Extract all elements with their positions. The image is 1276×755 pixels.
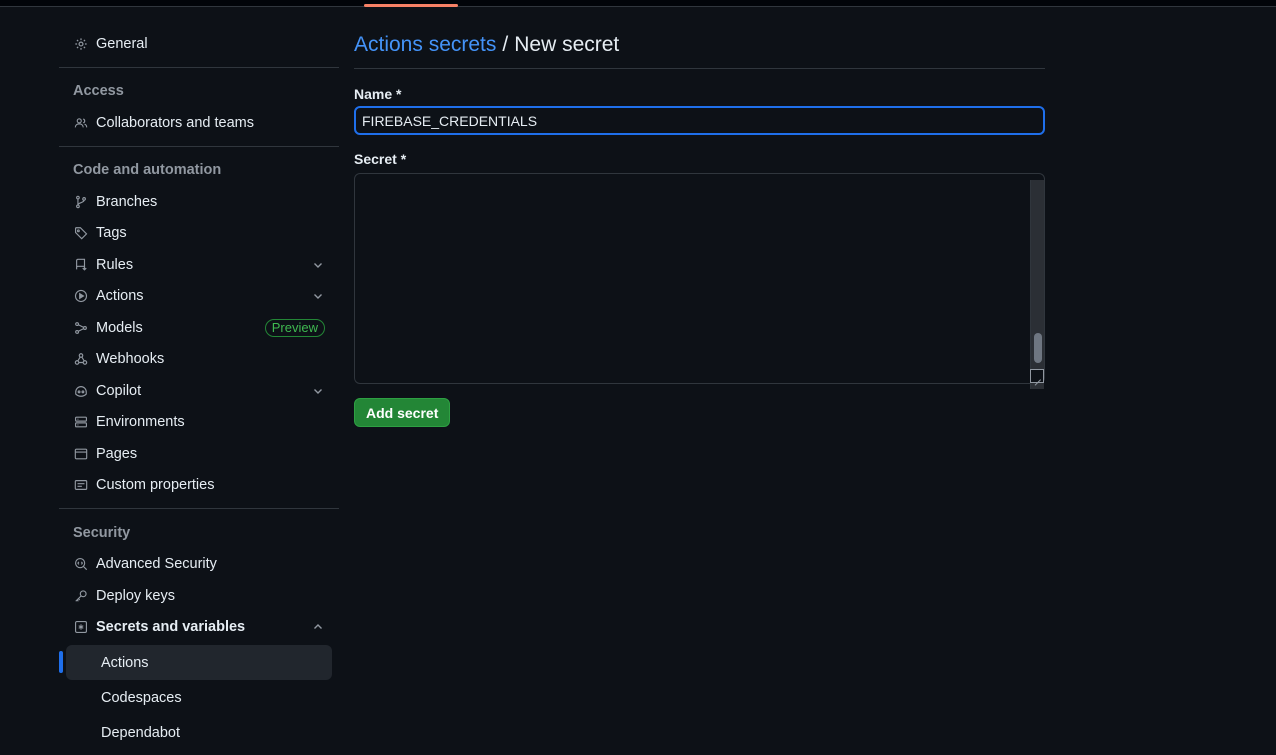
codescan-icon — [73, 556, 89, 572]
copilot-icon — [73, 383, 89, 399]
key-icon — [73, 588, 89, 604]
top-nav-border — [0, 0, 1276, 7]
page-title: Actions secrets / New secret — [354, 28, 1045, 69]
people-icon — [73, 115, 89, 131]
sidebar-item-deploy-keys[interactable]: Deploy keys — [59, 580, 339, 612]
sidebar-item-pages[interactable]: Pages — [59, 438, 339, 470]
preview-badge: Preview — [264, 318, 325, 337]
sidebar-item-label: Advanced Security — [96, 556, 217, 573]
play-circle-icon — [73, 288, 89, 304]
sidebar-item-custom-properties[interactable]: Custom properties — [59, 470, 339, 502]
tag-icon — [73, 225, 89, 241]
breadcrumb-actions-secrets-link[interactable]: Actions secrets — [354, 33, 496, 57]
note-icon — [73, 477, 89, 493]
sidebar-item-secrets-and-variables[interactable]: Secrets and variables — [59, 612, 339, 644]
sidebar-item-label: Webhooks — [96, 351, 165, 368]
repo-push-icon — [73, 257, 89, 273]
sidebar-subitem-label: Dependabot — [101, 724, 181, 741]
sidebar-item-label: Collaborators and teams — [96, 114, 254, 131]
chevron-up-icon[interactable] — [312, 621, 324, 633]
sidebar-divider — [59, 508, 339, 509]
breadcrumb-separator: / — [502, 33, 509, 56]
sidebar-subitem-label: Actions — [101, 654, 149, 671]
sidebar-item-label: Models — [96, 319, 143, 336]
sidebar-item-label: General — [96, 35, 148, 52]
sidebar-item-label: Actions — [96, 288, 144, 305]
browser-icon — [73, 446, 89, 462]
sidebar-item-models[interactable]: Models Preview — [59, 312, 339, 344]
server-icon — [73, 414, 89, 430]
asterisk-box-icon — [73, 619, 89, 635]
chevron-down-icon[interactable] — [312, 290, 324, 302]
sidebar-item-label: Environments — [96, 414, 185, 431]
webhook-icon — [73, 351, 89, 367]
sidebar-item-label: Copilot — [96, 382, 142, 399]
sidebar-item-label: Tags — [96, 225, 127, 242]
sidebar-item-copilot[interactable]: Copilot — [59, 375, 339, 407]
section-heading-access: Access — [73, 83, 124, 100]
sidebar-item-label: Rules — [96, 256, 134, 273]
main-content: Actions secrets / New secret Name * Secr… — [354, 28, 1045, 427]
sidebar-item-label: Branches — [96, 193, 158, 210]
settings-sidebar: General Access Collaborators and teams C… — [59, 28, 339, 750]
sidebar-item-branches[interactable]: Branches — [59, 186, 339, 218]
secret-name-input[interactable] — [354, 106, 1045, 135]
section-heading-code: Code and automation — [73, 162, 222, 179]
sidebar-divider — [59, 66, 339, 68]
add-secret-button[interactable]: Add secret — [354, 398, 451, 427]
secret-label: Secret * — [354, 151, 407, 167]
secret-textarea-wrap — [354, 173, 1045, 389]
sidebar-item-webhooks[interactable]: Webhooks — [59, 344, 339, 376]
sidebar-item-actions[interactable]: Actions — [59, 281, 339, 313]
active-tab-indicator — [364, 4, 458, 7]
sidebar-item-rules[interactable]: Rules — [59, 249, 339, 281]
secret-value-textarea[interactable] — [354, 173, 1045, 384]
sidebar-subitem-codespaces[interactable]: Codespaces — [66, 680, 332, 715]
sidebar-item-general[interactable]: General — [59, 28, 339, 60]
sidebar-subitem-dependabot[interactable]: Dependabot — [66, 715, 332, 750]
sidebar-item-tags[interactable]: Tags — [59, 218, 339, 250]
sidebar-item-label: Pages — [96, 445, 138, 462]
resize-handle-icon[interactable] — [1030, 369, 1044, 383]
sidebar-item-label: Custom properties — [96, 477, 215, 494]
sidebar-subitem-label: Codespaces — [101, 689, 182, 706]
git-branch-icon — [73, 194, 89, 210]
sidebar-item-label: Secrets and variables — [96, 619, 246, 636]
chevron-down-icon[interactable] — [312, 385, 324, 397]
chevron-down-icon[interactable] — [312, 259, 324, 271]
gear-icon — [73, 36, 89, 52]
sidebar-divider — [59, 145, 339, 147]
breadcrumb-current: New secret — [514, 33, 620, 56]
textarea-scrollbar[interactable] — [1030, 180, 1044, 389]
scrollbar-thumb[interactable] — [1034, 333, 1042, 363]
name-label: Name * — [354, 86, 402, 102]
sidebar-item-advanced-security[interactable]: Advanced Security — [59, 549, 339, 581]
models-icon — [73, 320, 89, 336]
section-heading-security: Security — [73, 524, 131, 541]
sidebar-item-label: Deploy keys — [96, 587, 175, 604]
sidebar-subitem-actions[interactable]: Actions — [59, 645, 332, 680]
sidebar-item-environments[interactable]: Environments — [59, 407, 339, 439]
sidebar-item-collaborators[interactable]: Collaborators and teams — [59, 107, 339, 139]
